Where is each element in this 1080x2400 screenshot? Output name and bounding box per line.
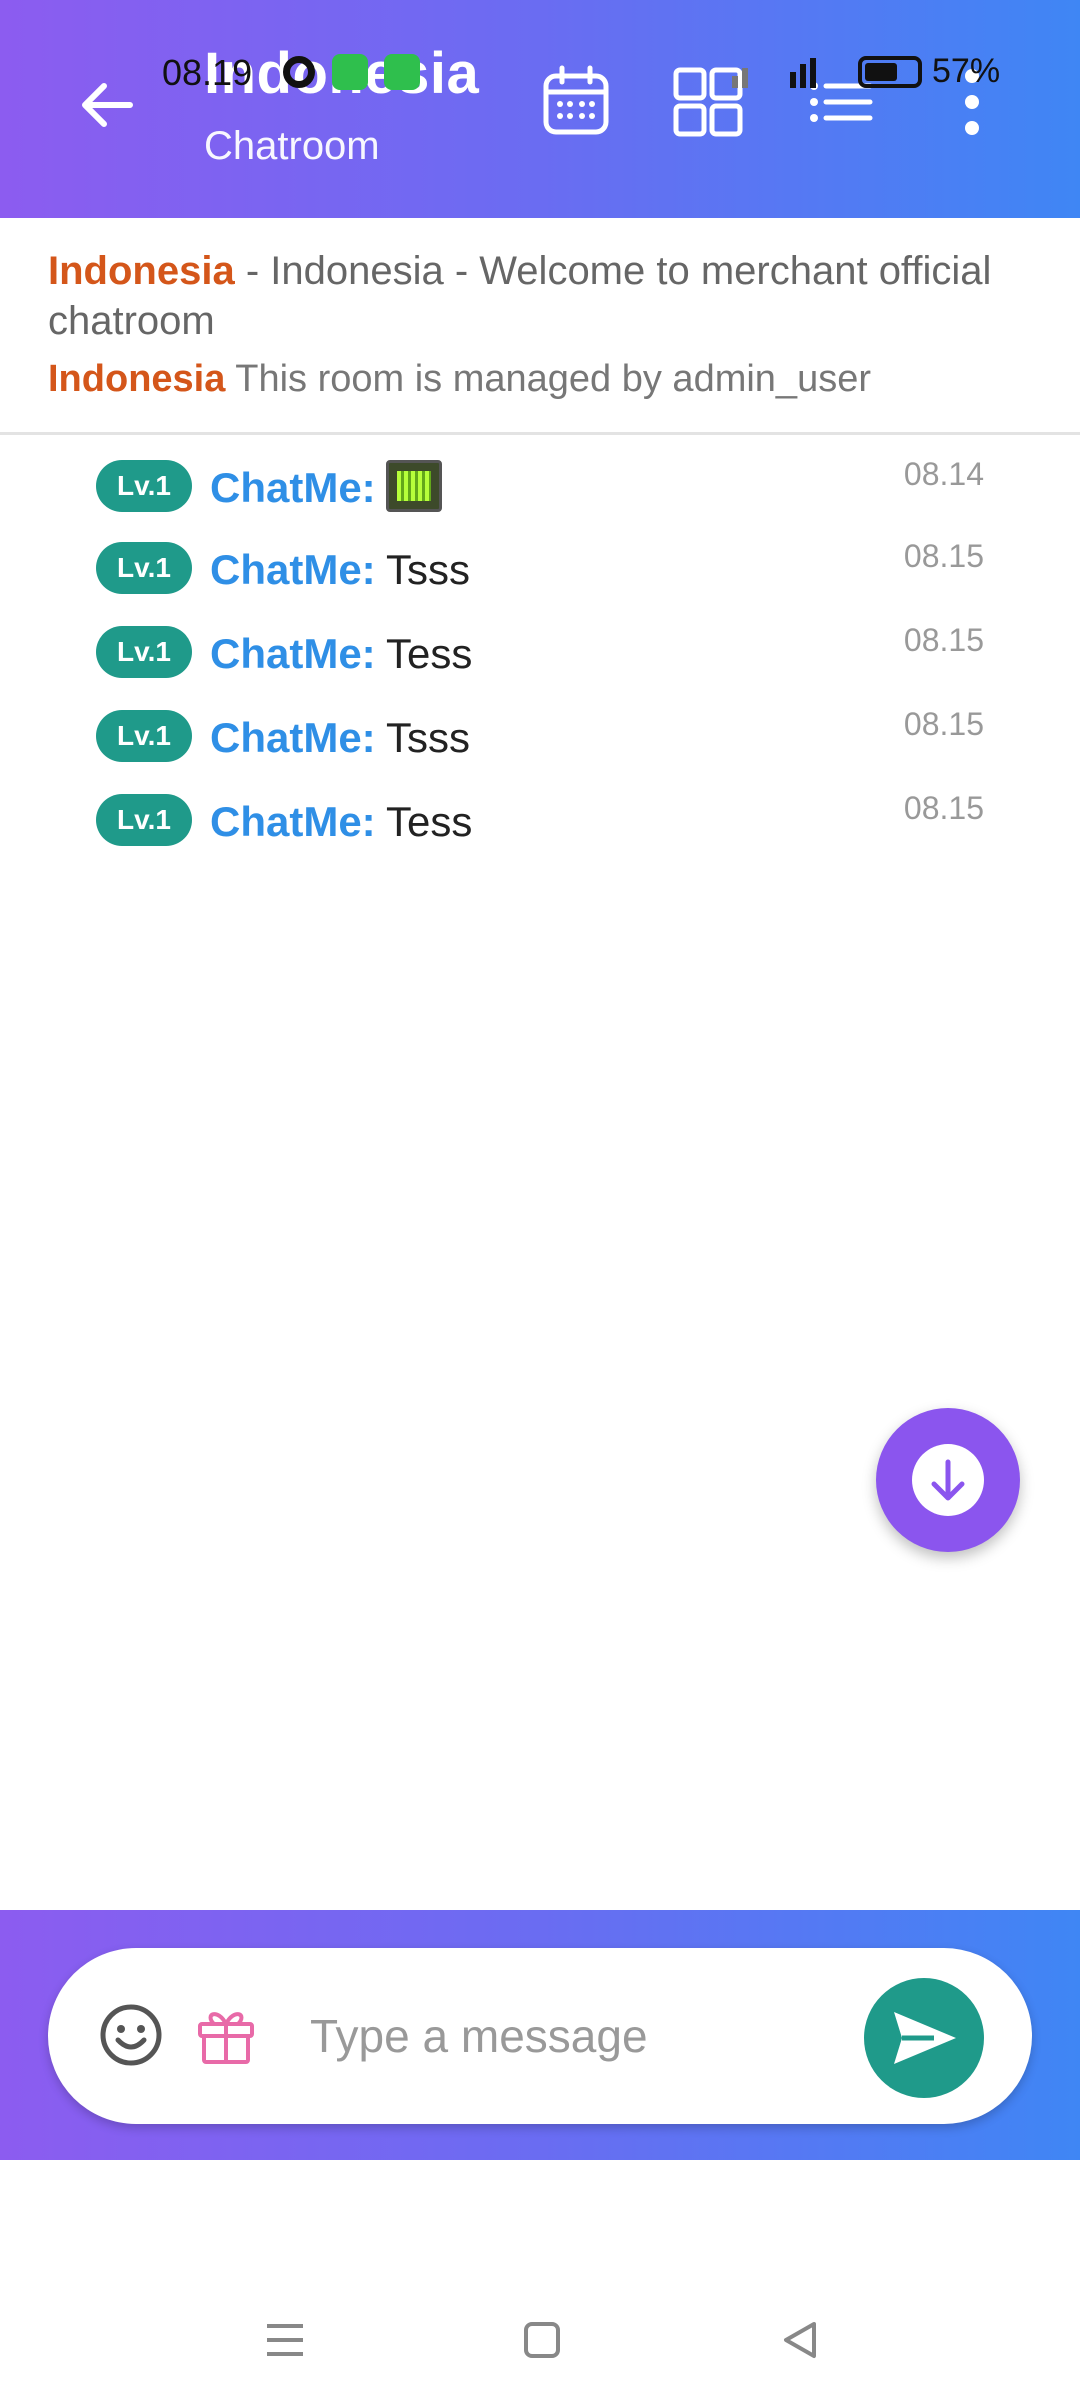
chat-message[interactable]: Lv.1 ChatMe: Tess 08.15: [0, 790, 1080, 864]
sender-name[interactable]: ChatMe:: [210, 798, 376, 846]
room-subtitle: Chatroom: [204, 124, 380, 168]
level-badge: Lv.1: [96, 794, 192, 846]
message-time: 08.15: [903, 790, 984, 826]
system-nav-bar: [0, 2260, 1080, 2400]
send-icon: [894, 2012, 956, 2064]
gift-icon: [198, 2012, 254, 2064]
back-button[interactable]: [72, 70, 142, 140]
menu-icon: [267, 2324, 303, 2356]
room-tag: Indonesia: [48, 358, 226, 400]
gift-button[interactable]: [194, 2002, 258, 2066]
level-badge: Lv.1: [96, 460, 192, 512]
back-triangle-icon: [784, 2322, 816, 2358]
sticker-image[interactable]: [386, 460, 442, 512]
back-arrow-icon: [82, 83, 133, 127]
level-badge: Lv.1: [96, 542, 192, 594]
sender-name[interactable]: ChatMe:: [210, 464, 376, 512]
message-text: Tsss: [386, 714, 470, 761]
battery-percent: 57%: [932, 52, 1001, 90]
record-icon: [283, 56, 315, 88]
calendar-button[interactable]: [536, 62, 616, 142]
room-tag: Indonesia: [48, 249, 235, 293]
battery-icon: [858, 56, 922, 88]
call-icon: [332, 54, 368, 90]
manager-text: This room is managed by admin_user: [225, 358, 871, 400]
message-text: Tess: [386, 798, 473, 845]
message-input[interactable]: [310, 1996, 850, 2076]
level-badge: Lv.1: [96, 710, 192, 762]
room-manager-notice: Indonesia This room is managed by admin_…: [48, 358, 871, 401]
message-time: 08.15: [903, 538, 984, 574]
message-composer: [48, 1948, 1032, 2124]
recents-button[interactable]: [255, 2310, 315, 2370]
emoji-button[interactable]: [98, 2002, 164, 2068]
message-text: Tess: [386, 630, 473, 677]
level-badge: Lv.1: [96, 626, 192, 678]
sender-name[interactable]: ChatMe:: [210, 546, 376, 594]
message-time: 08.15: [903, 622, 984, 658]
back-nav-button[interactable]: [770, 2310, 830, 2370]
status-time: 08.19: [162, 52, 253, 93]
room-welcome-notice: Indonesia - Indonesia - Welcome to merch…: [48, 246, 1048, 346]
signal-icon: [732, 58, 816, 88]
fab-inner-circle: [912, 1444, 984, 1516]
message-time: 08.15: [903, 706, 984, 742]
sender-name[interactable]: ChatMe:: [210, 714, 376, 762]
arrow-down-icon: [931, 1459, 965, 1501]
chat-message[interactable]: Lv.1 ChatMe: Tsss 08.15: [0, 706, 1080, 780]
app-header: Indonesia Chatroom: [0, 0, 1080, 218]
chat-message[interactable]: Lv.1 ChatMe: 08.14: [0, 456, 1080, 530]
shield-icon: [384, 54, 420, 90]
send-button[interactable]: [864, 1978, 984, 2098]
sender-name[interactable]: ChatMe:: [210, 630, 376, 678]
home-square-icon: [524, 2322, 560, 2358]
home-button[interactable]: [512, 2310, 572, 2370]
chat-message[interactable]: Lv.1 ChatMe: Tess 08.15: [0, 622, 1080, 696]
scroll-to-bottom-button[interactable]: [876, 1408, 1020, 1552]
notice-divider: [0, 432, 1080, 435]
smiley-icon: [100, 2004, 162, 2066]
chat-message[interactable]: Lv.1 ChatMe: Tsss 08.15: [0, 538, 1080, 612]
calendar-icon: [543, 65, 609, 135]
message-text: Tsss: [386, 546, 470, 593]
message-time: 08.14: [903, 456, 984, 492]
